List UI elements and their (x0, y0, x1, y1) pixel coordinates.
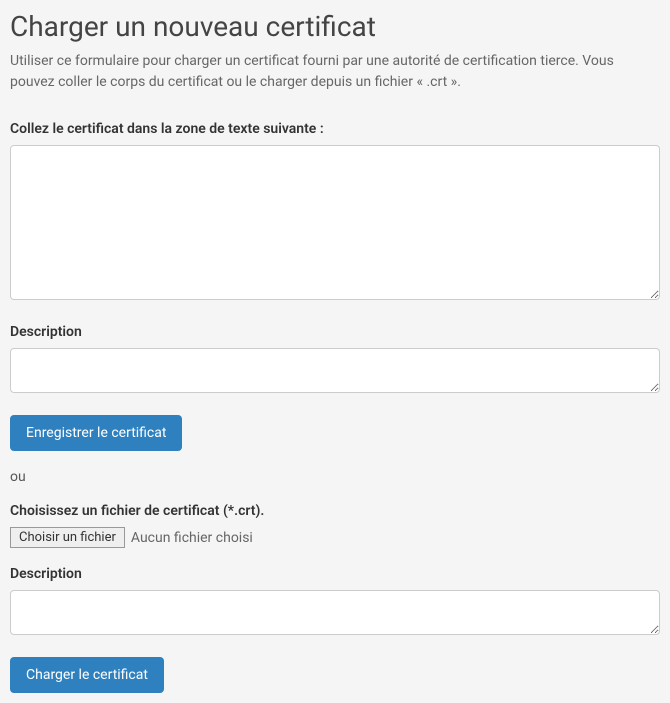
file-description-label: Description (10, 566, 660, 582)
save-certificate-button[interactable]: Enregistrer le certificat (10, 415, 182, 451)
separator-text: ou (10, 469, 660, 485)
paste-certificate-label: Collez le certificat dans la zone de tex… (10, 121, 660, 137)
file-status-text: Aucun fichier choisi (131, 530, 253, 546)
paste-description-textarea[interactable] (10, 348, 660, 393)
file-certificate-label: Choisissez un fichier de certificat (*.c… (10, 503, 660, 519)
choose-file-button[interactable]: Choisir un fichier (10, 527, 125, 548)
page-subtitle: Utiliser ce formulaire pour charger un c… (10, 51, 660, 93)
page-title: Charger un nouveau certificat (10, 10, 660, 43)
file-description-textarea[interactable] (10, 590, 660, 635)
paste-certificate-textarea[interactable] (10, 145, 660, 300)
upload-certificate-button[interactable]: Charger le certificat (10, 657, 164, 693)
paste-description-label: Description (10, 324, 660, 340)
